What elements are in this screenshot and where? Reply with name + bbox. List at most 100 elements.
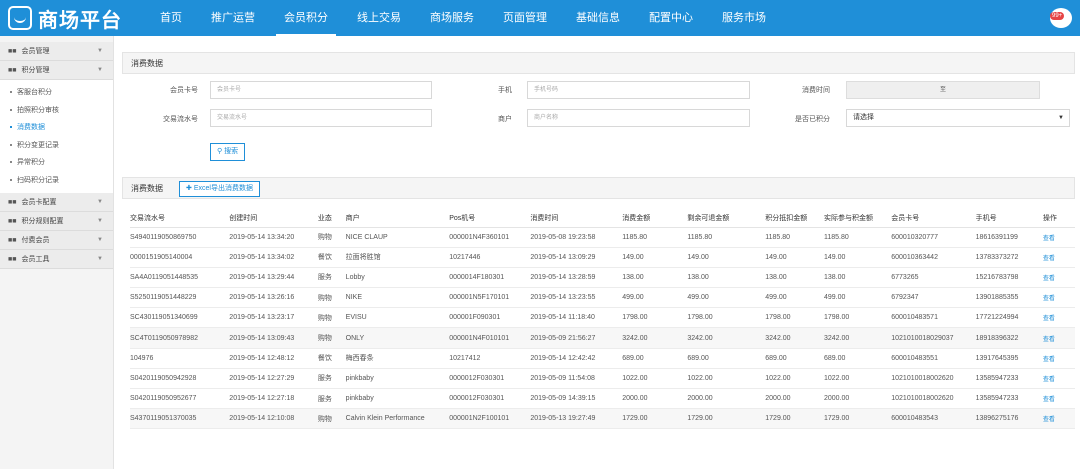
card-number-label: 会员卡号 — [170, 87, 198, 94]
table-cell: 1798.00 — [622, 307, 688, 329]
table-cell: 0000012F030301 — [449, 388, 531, 410]
grid-icon: ■■ — [8, 47, 17, 55]
sidebar-group-points-rules[interactable]: ■■ 积分规则配置 ▼ — [0, 212, 113, 231]
table-cell: 1022.00 — [687, 368, 766, 390]
view-link[interactable]: 查看 — [1042, 388, 1075, 410]
sidebar-item-service-desk-points[interactable]: 客服台积分 — [0, 84, 113, 102]
view-link[interactable]: 查看 — [1042, 267, 1075, 289]
points-status-select[interactable]: 请选择 ▼ — [846, 109, 1070, 127]
nav-mall-service[interactable]: 商场服务 — [422, 0, 482, 36]
phone-input[interactable]: 手机号码 — [527, 81, 750, 99]
table-cell: 499.00 — [765, 287, 824, 309]
search-button[interactable]: ⚲ 搜索 — [210, 143, 246, 161]
sidebar-group-member-tools[interactable]: ■■ 会员工具 ▼ — [0, 250, 113, 269]
nav-promotion[interactable]: 推广运营 — [203, 0, 263, 36]
app-logo[interactable]: 商场平台 — [0, 0, 135, 36]
grid-icon: ■■ — [8, 217, 17, 225]
table-row: S0420119050952677 2019-05-14 12:27:18 服务 pi… — [130, 388, 1075, 410]
table-header-row: 交易流水号 创建时间 业态 商户 Pos机号 消费时间 消费金额 剩余可退金额 … — [130, 210, 1075, 228]
table-cell: 梅西春条 — [345, 348, 450, 369]
table-cell: 2019-05-08 19:23:58 — [530, 227, 623, 248]
table-cell: 1022.00 — [765, 368, 824, 390]
nav-basic-info[interactable]: 基础信息 — [568, 0, 628, 36]
column-header: 商户 — [345, 210, 450, 228]
table-cell: 1185.80 — [765, 227, 824, 248]
excel-export-button[interactable]: ✚ Excel导出消费数据 — [179, 181, 260, 197]
sidebar-group-card-config[interactable]: ■■ 会员卡配置 ▼ — [0, 193, 113, 212]
table-row: SC4T0119050978982 2019-05-14 13:09:43 购物 ON… — [130, 327, 1075, 349]
table-cell: 17721224994 — [975, 307, 1043, 329]
sidebar-item-photo-points-audit[interactable]: 拍照积分审核 — [0, 101, 113, 119]
serial-number-input[interactable]: 交易流水号 — [210, 109, 432, 127]
phone-label: 手机 — [498, 87, 512, 94]
table-cell: 1185.80 — [687, 227, 766, 248]
view-link[interactable]: 查看 — [1042, 307, 1075, 329]
table-cell: 餐饮 — [317, 247, 346, 268]
bullet-icon — [10, 178, 12, 181]
grid-icon: ■■ — [8, 66, 17, 74]
table-cell: 6773265 — [891, 267, 976, 289]
table-cell: 600010320777 — [891, 227, 976, 248]
sidebar-group-points-manage[interactable]: ■■ 积分管理 ▼ — [0, 61, 113, 80]
table-cell: 1798.00 — [765, 307, 824, 329]
sidebar-item-consumption-data[interactable]: 消费数据 — [0, 119, 113, 137]
table-cell: 138.00 — [765, 267, 824, 289]
table-cell: Lobby — [345, 267, 450, 289]
sidebar-group-label: 积分管理 — [21, 67, 50, 74]
table-row: S4370119051370035 2019-05-14 12:10:08 购物 Ca… — [130, 408, 1075, 430]
table-cell: 2019-05-14 13:09:29 — [530, 247, 623, 268]
sidebar-item-abnormal-points[interactable]: 异常积分 — [0, 154, 113, 172]
table-cell: ONLY — [345, 327, 450, 349]
table-cell: 149.00 — [622, 247, 688, 268]
grid-icon: ■■ — [8, 236, 17, 244]
grid-icon: ■■ — [8, 255, 17, 263]
table-cell: 10217412 — [449, 348, 531, 369]
column-header: 会员卡号 — [891, 210, 976, 228]
filter-panel-title: 消费数据 — [122, 52, 1075, 74]
view-link[interactable]: 查看 — [1042, 227, 1075, 248]
points-status-value: 请选择 — [853, 114, 874, 121]
view-link[interactable]: 查看 — [1042, 408, 1075, 430]
column-header: 实际参与积金额 — [823, 210, 892, 228]
table-cell: 138.00 — [622, 267, 688, 289]
table-cell: 600010483551 — [891, 348, 976, 369]
table-cell: 2019-05-14 12:27:29 — [229, 368, 318, 390]
table-cell: 1021010018029037 — [891, 327, 976, 349]
consume-time-range-picker[interactable]: 至 — [846, 81, 1040, 99]
sidebar-group-member-manage[interactable]: ■■ 会员管理 ▼ — [0, 42, 113, 61]
table-cell: 600010363442 — [891, 247, 976, 268]
nav-online-trade[interactable]: 线上交易 — [349, 0, 409, 36]
notification-badge: 99+ — [1050, 12, 1065, 20]
table-cell: SC430119051340699 — [130, 307, 230, 329]
view-link[interactable]: 查看 — [1042, 327, 1075, 349]
card-number-input[interactable]: 会员卡号 — [210, 81, 432, 99]
range-separator: 至 — [939, 87, 946, 93]
sidebar-group-label: 付费会员 — [21, 237, 50, 244]
table-cell: SC4T0119050978982 — [130, 327, 230, 349]
view-link[interactable]: 查看 — [1042, 368, 1075, 390]
main-nav: 首页 推广运营 会员积分 线上交易 商场服务 页面管理 基础信息 配置中心 服务… — [152, 0, 787, 36]
nav-member-points[interactable]: 会员积分 — [276, 0, 336, 36]
table-cell: S4370119051370035 — [130, 408, 230, 430]
sidebar-item-scan-points-log[interactable]: 扫码积分记录 — [0, 171, 113, 189]
nav-service-market[interactable]: 服务市场 — [714, 0, 774, 36]
column-header: 剩余可退金额 — [687, 210, 766, 228]
nav-page-manage[interactable]: 页面管理 — [495, 0, 555, 36]
table-cell: 104976 — [130, 348, 230, 369]
view-link[interactable]: 查看 — [1042, 247, 1075, 268]
table-cell: NICE CLAUP — [345, 227, 450, 248]
view-link[interactable]: 查看 — [1042, 287, 1075, 309]
table-cell: 2019-05-14 12:48:12 — [229, 348, 318, 369]
table-cell: 2019-05-09 14:39:15 — [530, 388, 623, 410]
table-cell: 13917645395 — [975, 348, 1043, 369]
avatar[interactable]: 99+ — [1050, 8, 1072, 28]
table-cell: 1022.00 — [622, 368, 688, 390]
shop-input[interactable]: 商户名称 — [527, 109, 750, 127]
table-cell: 13585947233 — [975, 388, 1043, 410]
sidebar-group-paid-member[interactable]: ■■ 付费会员 ▼ — [0, 231, 113, 250]
table-cell: 2019-05-14 13:28:59 — [530, 267, 623, 289]
nav-home[interactable]: 首页 — [152, 0, 190, 36]
sidebar-item-points-change-log[interactable]: 积分变更记录 — [0, 136, 113, 154]
view-link[interactable]: 查看 — [1042, 348, 1075, 369]
nav-config-center[interactable]: 配置中心 — [641, 0, 701, 36]
